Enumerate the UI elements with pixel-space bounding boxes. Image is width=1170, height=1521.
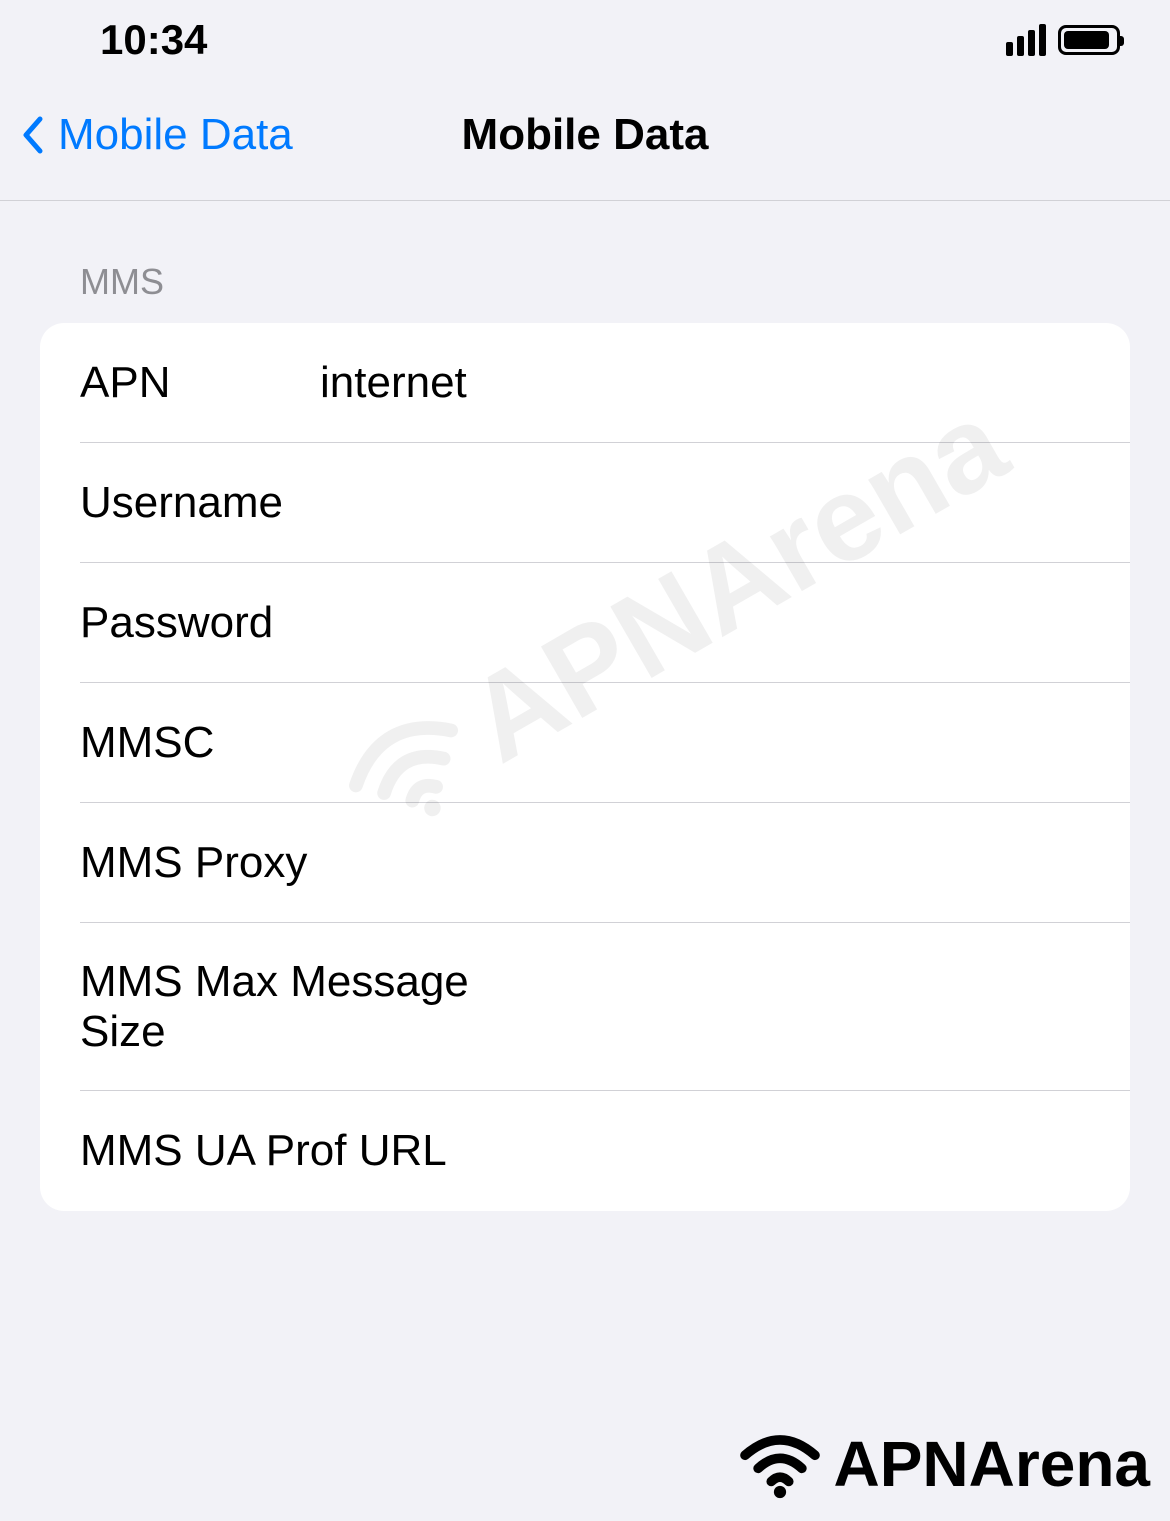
mms-ua-prof-input[interactable] [447, 1126, 1090, 1176]
status-bar: 10:34 [0, 0, 1170, 80]
password-input[interactable] [320, 598, 1090, 648]
mms-settings-group: APN Username Password MMSC MMS Proxy MMS… [40, 323, 1130, 1211]
signal-icon [1006, 24, 1046, 56]
apn-row[interactable]: APN [40, 323, 1130, 443]
username-label: Username [80, 478, 320, 528]
mms-max-size-row[interactable]: MMS Max Message Size [40, 923, 1130, 1091]
navigation-bar: Mobile Data Mobile Data [0, 80, 1170, 201]
chevron-left-icon [20, 115, 44, 155]
mms-max-size-label: MMS Max Message Size [80, 957, 515, 1057]
password-label: Password [80, 598, 320, 648]
mmsc-label: MMSC [80, 718, 320, 768]
battery-icon [1058, 25, 1120, 55]
apn-label: APN [80, 358, 320, 408]
status-time: 10:34 [100, 16, 207, 64]
mms-ua-prof-label: MMS UA Prof URL [80, 1126, 447, 1176]
page-title: Mobile Data [462, 110, 709, 160]
footer-logo: APNArena [735, 1427, 1150, 1501]
mms-proxy-input[interactable] [307, 838, 1090, 888]
back-label: Mobile Data [58, 110, 293, 160]
apn-input[interactable] [320, 358, 1090, 408]
mmsc-row[interactable]: MMSC [40, 683, 1130, 803]
username-input[interactable] [320, 478, 1090, 528]
back-button[interactable]: Mobile Data [20, 110, 293, 160]
mms-proxy-label: MMS Proxy [80, 838, 307, 888]
mmsc-input[interactable] [320, 718, 1090, 768]
username-row[interactable]: Username [40, 443, 1130, 563]
wifi-icon [735, 1429, 825, 1499]
mms-proxy-row[interactable]: MMS Proxy [40, 803, 1130, 923]
status-indicators [1006, 24, 1120, 56]
mms-max-size-input[interactable] [515, 982, 1090, 1032]
password-row[interactable]: Password [40, 563, 1130, 683]
mms-ua-prof-row[interactable]: MMS UA Prof URL [40, 1091, 1130, 1211]
section-header-mms: MMS [0, 201, 1170, 323]
